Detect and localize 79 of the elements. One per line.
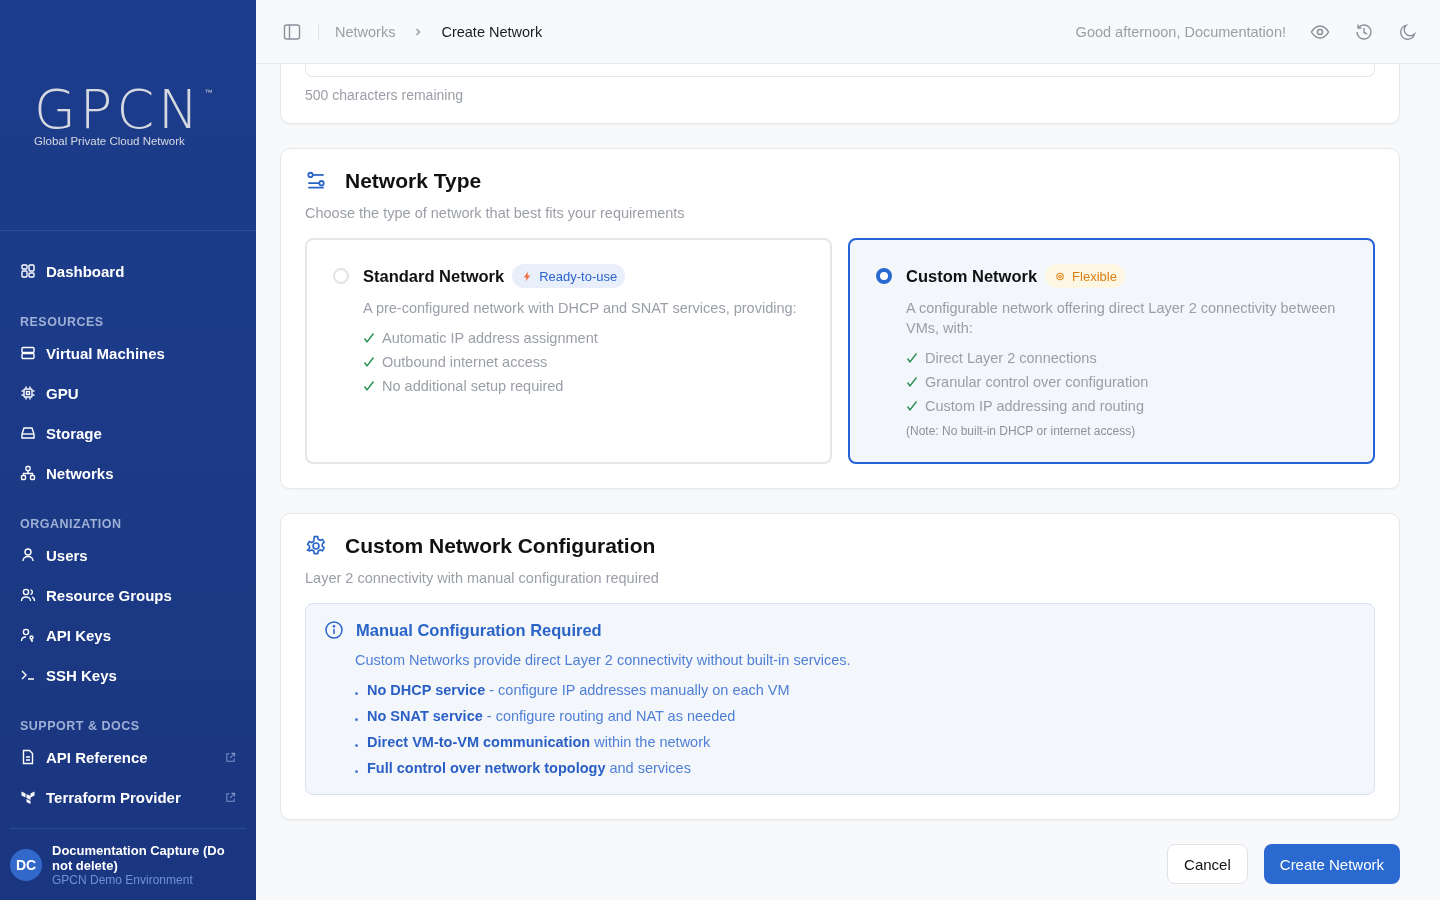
nav-item[interactable]: SSH Keys	[10, 655, 246, 695]
bullet-icon	[355, 743, 358, 747]
option-tag: Ready-to-use	[512, 264, 626, 288]
user-name: Documentation Capture (Do not delete)	[52, 842, 226, 873]
option-description: A configurable network offering direct Layer 2 connectivity between VMs, with:	[906, 299, 1337, 338]
moon-icon[interactable]	[1398, 21, 1418, 42]
feature-text: Direct Layer 2 connections	[925, 349, 1097, 368]
create-network-button[interactable]: Create Network	[1263, 844, 1400, 884]
feature-text: Granular control over configuration	[925, 373, 1149, 392]
external-link-icon	[225, 791, 236, 803]
network-option-card[interactable]	[848, 238, 1375, 464]
history-icon[interactable]	[1354, 21, 1374, 42]
chip-icon	[20, 385, 36, 401]
nav-item[interactable]: Virtual Machines	[10, 333, 246, 373]
network-icon	[20, 465, 36, 481]
bullet-icon	[355, 769, 358, 773]
section-subtitle: Layer 2 connectivity with manual configuration required	[305, 570, 660, 586]
section-heading: RESOURCES	[19, 314, 105, 331]
nav-item[interactable]: Terraform Provider	[10, 777, 246, 817]
option-title: Custom Network	[906, 266, 1038, 286]
feature-text: No additional setup required	[382, 377, 564, 396]
document-icon	[20, 749, 36, 765]
grid-icon	[20, 263, 36, 279]
check-icon	[363, 356, 375, 368]
external-link-icon	[225, 751, 236, 763]
section-title: Custom Network Configuration	[345, 534, 656, 558]
check-icon	[906, 400, 918, 412]
drive-icon	[20, 425, 36, 441]
section-heading: SUPPORT & DOCS	[19, 718, 141, 735]
nav-item[interactable]: Storage	[10, 413, 246, 453]
section-subtitle: Choose the type of network that best fits your requirements	[305, 205, 686, 221]
nav-item[interactable]: Users	[10, 535, 246, 575]
notice-text: Custom Networks provide direct Layer 2 connectivity without built-in services.	[355, 652, 852, 668]
user-avatar: DC	[10, 848, 42, 881]
cancel-button[interactable]: Cancel	[1167, 844, 1248, 884]
bullet-icon	[355, 691, 358, 695]
section-heading: ORGANIZATION	[19, 516, 123, 533]
key-user-icon	[20, 627, 36, 643]
network-option-card[interactable]: Standard Network Ready-to-use A pre-configured network with DHCP and SNAT services, providing: Automatic IP address assignment Outbound internet access No additional setup required	[305, 238, 832, 464]
check-icon	[906, 352, 918, 364]
nav-item[interactable]: Resource Groups	[10, 575, 246, 615]
check-icon	[906, 376, 918, 388]
users-icon	[20, 587, 36, 603]
nav-item[interactable]: API Reference	[10, 737, 246, 777]
gear-icon	[1055, 270, 1066, 282]
check-icon	[363, 332, 375, 344]
logo-text: GPCN	[34, 88, 203, 132]
nav-item[interactable]: GPU	[10, 373, 246, 413]
user-icon	[20, 547, 36, 563]
nav-item[interactable]: Dashboard	[10, 251, 246, 291]
option-tag: Flexible	[1045, 264, 1125, 288]
user-profile[interactable]: DC Documentation Capture (Do not delete) GPCN Demo Environment	[10, 828, 246, 900]
feature-text: Custom IP addressing and routing	[925, 397, 1144, 416]
logo-tagline: Global Private Cloud Network	[34, 135, 186, 147]
notice-point: Direct VM-to-VM communication within the network	[367, 733, 711, 752]
notice-point: No DHCP service - configure IP addresses manually on each VM	[367, 681, 790, 700]
notice-point: No SNAT service - configure routing and NAT as needed	[367, 707, 736, 726]
trademark: ™	[204, 88, 213, 97]
breadcrumb-link[interactable]: Create Network	[441, 23, 543, 40]
bullet-icon	[355, 717, 358, 721]
character-counter: 500 characters remaining	[305, 87, 464, 103]
radio-button[interactable]	[876, 268, 892, 284]
feature-text: Outbound internet access	[382, 353, 548, 372]
section-title: Network Type	[345, 169, 482, 193]
nav-item[interactable]: API Keys	[10, 615, 246, 655]
gear-icon	[305, 535, 327, 557]
option-description: A pre-configured network with DHCP and SNAT services, providing:	[363, 299, 798, 318]
notice-title: Manual Configuration Required	[356, 620, 602, 640]
nav-item[interactable]: Networks	[10, 453, 246, 493]
option-note: (Note: No built-in DHCP or internet access)	[906, 424, 1137, 438]
feature-text: Automatic IP address assignment	[382, 329, 598, 348]
greeting-text: Good afternoon, Documentation!	[1075, 23, 1286, 40]
option-title: Standard Network	[363, 266, 505, 286]
check-icon	[363, 380, 375, 392]
info-icon	[324, 620, 344, 640]
server-icon	[20, 345, 36, 361]
notice-point: Full control over network topology and services	[367, 759, 691, 778]
organization-name: GPCN Demo Environment	[52, 872, 194, 887]
sidebar-toggle-icon[interactable]	[282, 21, 302, 42]
